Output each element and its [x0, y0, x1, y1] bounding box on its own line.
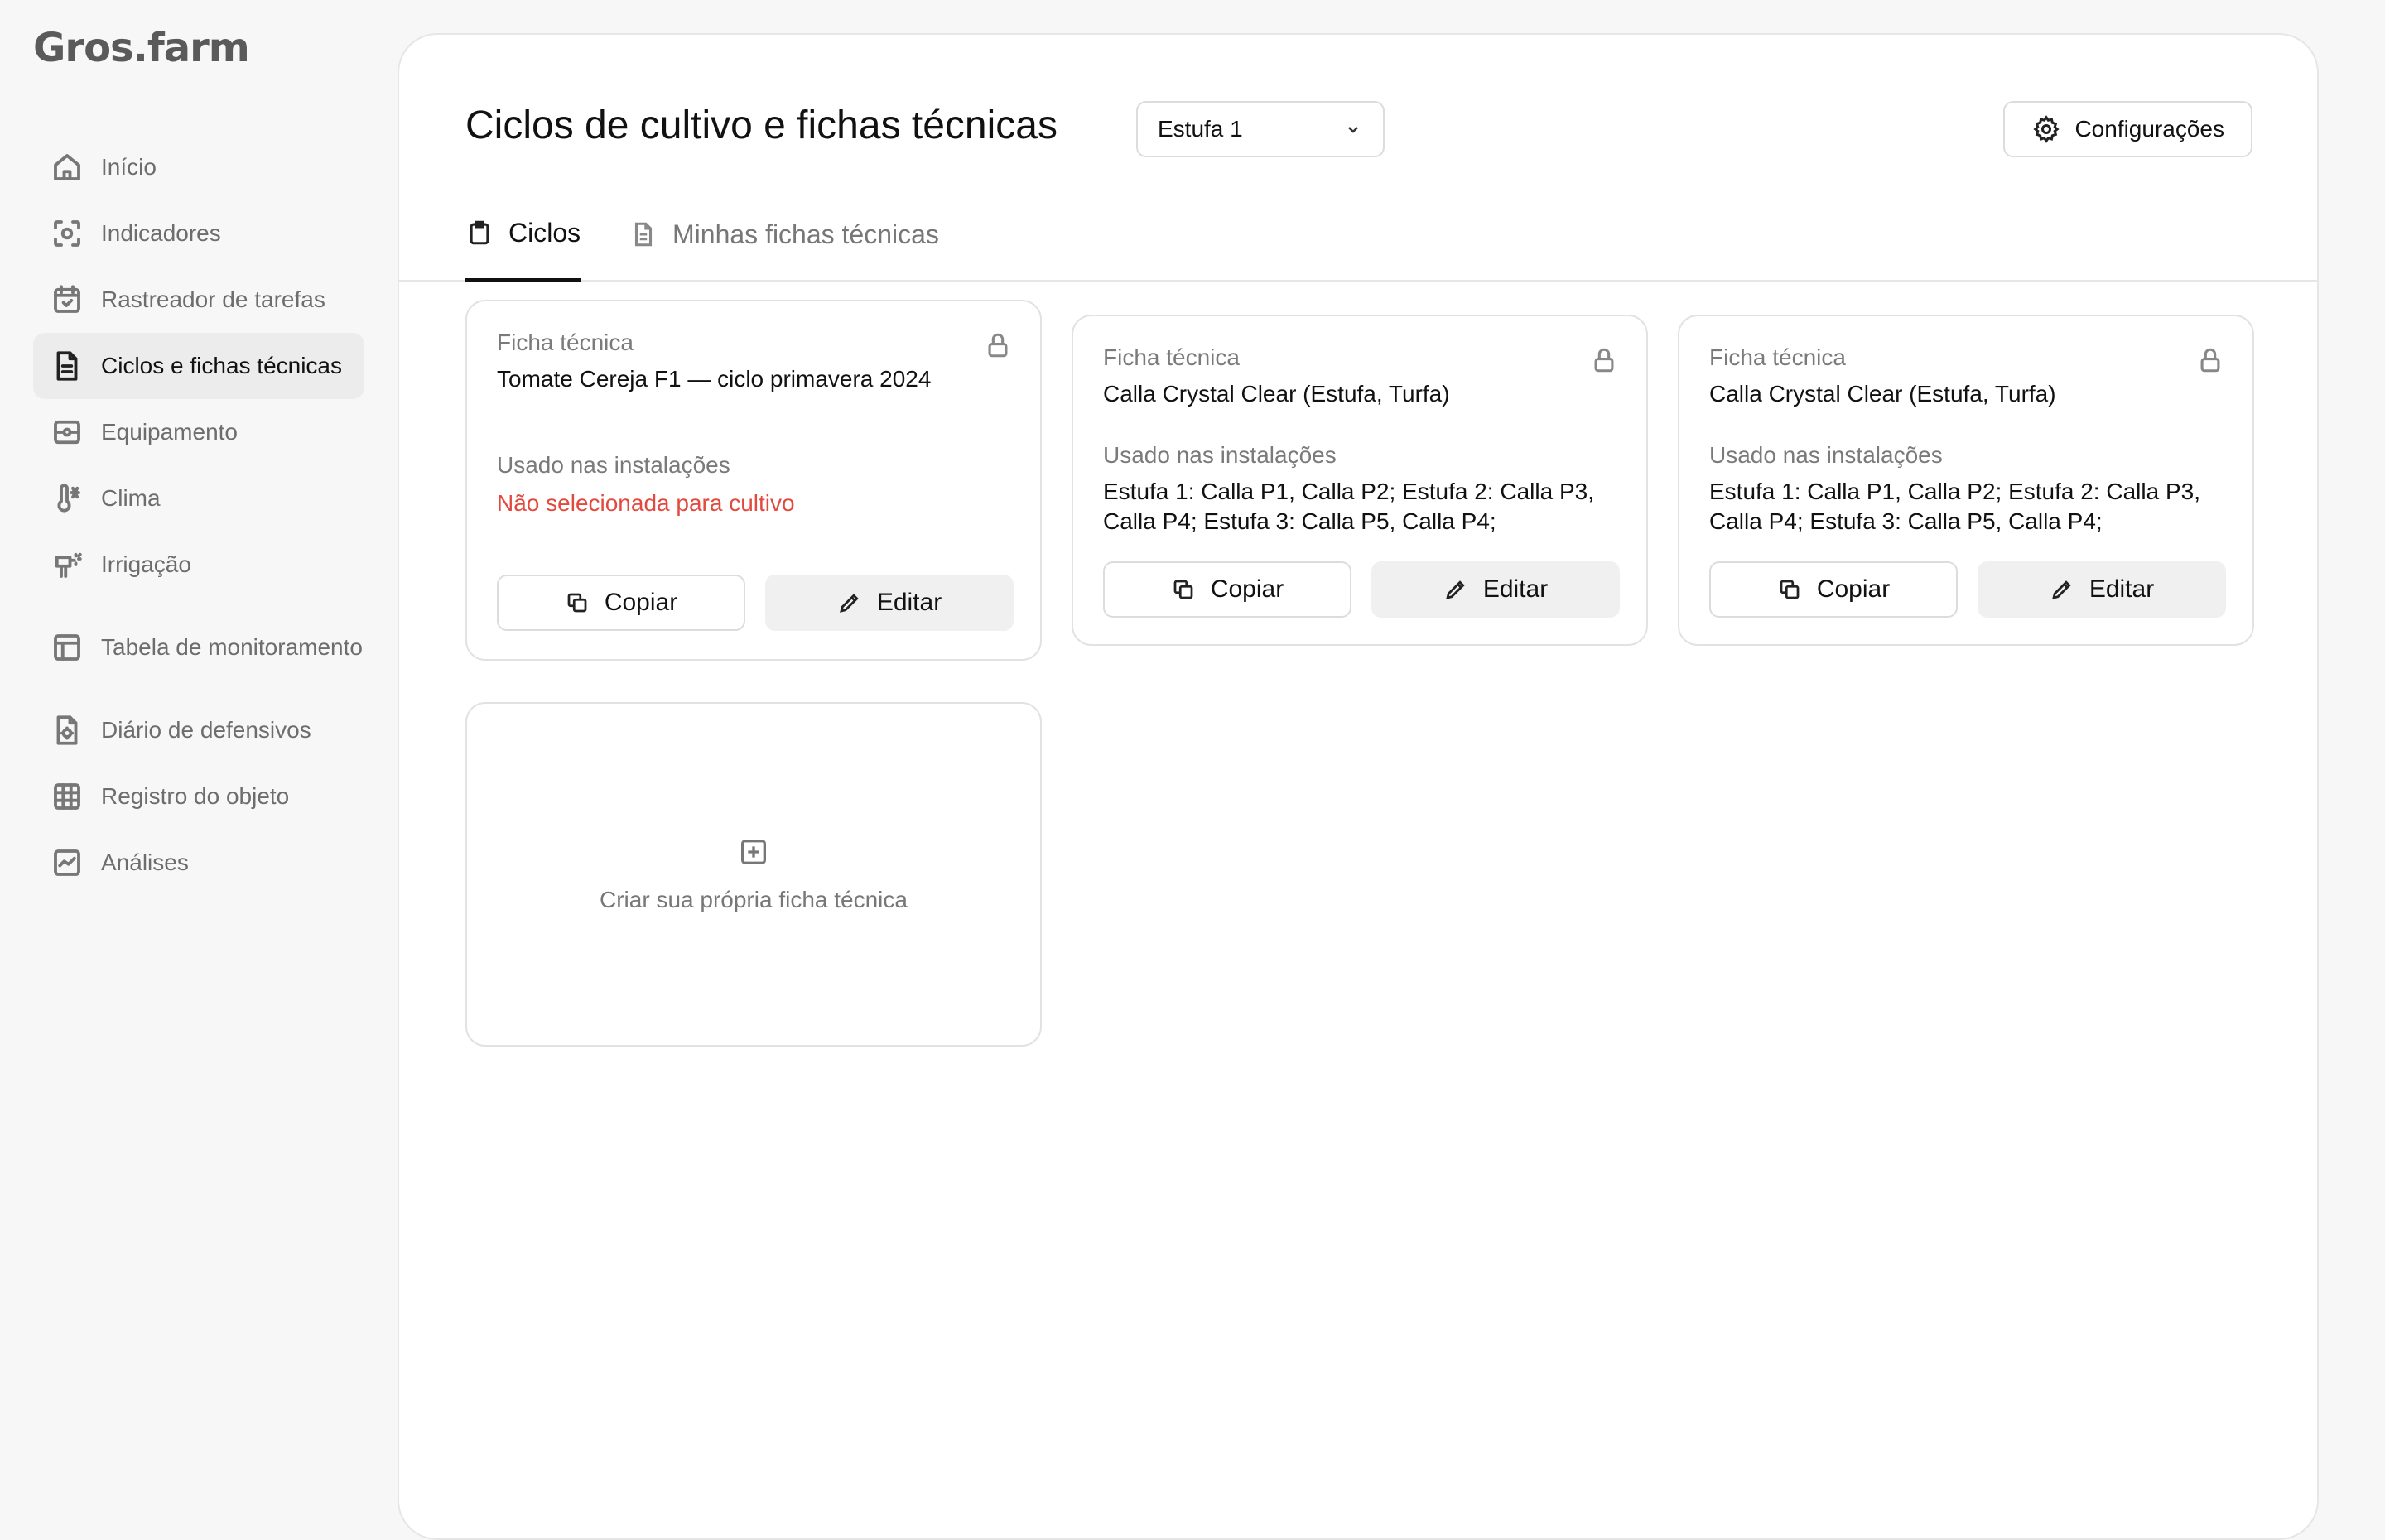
- sidebar-item-ciclos[interactable]: Ciclos e fichas técnicas: [33, 333, 364, 399]
- plus-square-icon: [741, 840, 766, 864]
- card-used-label: Usado nas instalações: [497, 452, 730, 478]
- copy-icon: [1173, 580, 1193, 599]
- document-icon: [50, 349, 84, 383]
- greenhouse-select[interactable]: Estufa 1: [1136, 101, 1385, 157]
- gear-icon: [2033, 115, 2060, 143]
- copy-button-label: Copiar: [1816, 575, 1891, 603]
- sidebar-item-label: Diário de defensivos: [101, 717, 311, 743]
- tech-sheet-card: Ficha técnica Calla Crystal Clear (Estuf…: [1072, 315, 1648, 646]
- card-label: Ficha técnica: [1103, 344, 1240, 370]
- card-used-value: Estufa 1: Calla P1, Calla P2; Estufa 2: …: [1709, 479, 2200, 534]
- home-icon: [50, 150, 84, 185]
- card-used-label: Usado nas instalações: [1103, 442, 1337, 468]
- sidebar-item-analises[interactable]: Análises: [33, 830, 364, 896]
- app-logo[interactable]: Gros.farm: [33, 25, 250, 71]
- sidebar-item-equipamento[interactable]: Equipamento: [33, 399, 364, 465]
- edit-button-label: Editar: [2089, 575, 2155, 603]
- sidebar-item-label: Registro do objeto: [101, 783, 290, 809]
- tab-minhas-fichas[interactable]: Minhas fichas técnicas: [629, 187, 939, 282]
- sidebar-item-registro[interactable]: Registro do objeto: [33, 763, 364, 830]
- tab-label: Minhas fichas técnicas: [672, 219, 939, 249]
- sidebar-item-tabela[interactable]: Tabela de monitoramento: [33, 598, 364, 697]
- create-sheet-label: Criar sua própria ficha técnica: [600, 887, 908, 912]
- create-sheet-card[interactable]: Criar sua própria ficha técnica: [465, 702, 1042, 1047]
- equipment-icon: [50, 415, 84, 450]
- chart-icon: [50, 845, 84, 880]
- sidebar-item-irrigacao[interactable]: Irrigação: [33, 532, 364, 598]
- pencil-icon: [2051, 580, 2071, 599]
- document-icon: [634, 222, 653, 247]
- lock-icon[interactable]: [1590, 346, 1618, 374]
- sidebar-item-label: Início: [101, 154, 157, 180]
- edit-button[interactable]: Editar: [1978, 561, 2226, 618]
- sidebar-item-label: Ciclos e fichas técnicas: [101, 353, 343, 378]
- tech-sheet-card: Ficha técnica Calla Crystal Clear (Estuf…: [1678, 315, 2254, 646]
- edit-button-label: Editar: [876, 589, 942, 616]
- tech-sheet-card: Ficha técnica Tomate Cereja F1 — ciclo p…: [465, 300, 1042, 661]
- tab-bar: Ciclos Minhas fichas técnicas: [399, 187, 2317, 282]
- tab-ciclos[interactable]: Ciclos: [465, 187, 581, 282]
- card-name: Tomate Cereja F1 — ciclo primavera 2024: [497, 366, 932, 392]
- main-panel: Ciclos de cultivo e fichas técnicas Estu…: [398, 33, 2319, 1540]
- gauge-icon: [50, 216, 84, 251]
- card-used-label: Usado nas instalações: [1709, 442, 1943, 468]
- edit-button[interactable]: Editar: [765, 575, 1014, 631]
- grid-icon: [50, 779, 84, 814]
- lock-icon[interactable]: [984, 331, 1012, 359]
- gear-document-icon: [50, 713, 84, 748]
- sidebar-item-diario[interactable]: Diário de defensivos: [33, 697, 364, 763]
- copy-button-label: Copiar: [604, 589, 678, 616]
- card-name: Calla Crystal Clear (Estufa, Turfa): [1103, 381, 1450, 407]
- chevron-down-icon: [1348, 127, 1358, 133]
- sidebar-item-indicadores[interactable]: Indicadores: [33, 200, 364, 267]
- card-used-value: Estufa 1: Calla P1, Calla P2; Estufa 2: …: [1103, 479, 1594, 534]
- greenhouse-select-value: Estufa 1: [1158, 116, 1243, 142]
- sidebar-item-label: Análises: [101, 849, 189, 875]
- edit-button[interactable]: Editar: [1371, 561, 1620, 618]
- page-title: Ciclos de cultivo e fichas técnicas: [465, 103, 1058, 147]
- irrigation-icon: [50, 547, 84, 582]
- card-name: Calla Crystal Clear (Estufa, Turfa): [1709, 381, 2056, 407]
- card-label: Ficha técnica: [497, 330, 634, 355]
- sidebar-item-label: Rastreador de tarefas: [101, 286, 325, 312]
- edit-button-label: Editar: [1482, 575, 1549, 603]
- clipboard-icon: [470, 220, 489, 245]
- pencil-icon: [839, 594, 859, 613]
- copy-button[interactable]: Copiar: [1709, 561, 1958, 618]
- sidebar-item-label: Tabela de monitoramento: [101, 634, 363, 660]
- sidebar-item-label: Clima: [101, 485, 161, 511]
- sidebar-item-clima[interactable]: Clima: [33, 465, 364, 532]
- tab-label: Ciclos: [508, 217, 581, 248]
- copy-button[interactable]: Copiar: [497, 575, 745, 631]
- settings-button[interactable]: Configurações: [2003, 101, 2252, 157]
- sidebar-item-label: Equipamento: [101, 419, 238, 445]
- sidebar-item-rastreador[interactable]: Rastreador de tarefas: [33, 267, 364, 333]
- copy-icon: [567, 593, 587, 613]
- table-icon: [50, 630, 84, 665]
- calendar-check-icon: [50, 282, 84, 317]
- sidebar-item-inicio[interactable]: Início: [33, 134, 364, 200]
- sidebar-item-label: Indicadores: [101, 220, 221, 246]
- card-label: Ficha técnica: [1709, 344, 1846, 370]
- pencil-icon: [1445, 580, 1465, 599]
- copy-icon: [1780, 580, 1800, 599]
- thermometer-icon: [50, 481, 84, 516]
- lock-icon[interactable]: [2196, 346, 2224, 374]
- sidebar-nav: Início Indicadores Rastreador de tarefas…: [33, 134, 364, 896]
- sidebar-item-label: Irrigação: [101, 551, 191, 577]
- copy-button[interactable]: Copiar: [1103, 561, 1352, 618]
- card-used-value: Não selecionada para cultivo: [497, 490, 795, 516]
- copy-button-label: Copiar: [1210, 575, 1284, 603]
- settings-button-label: Configurações: [2074, 116, 2224, 142]
